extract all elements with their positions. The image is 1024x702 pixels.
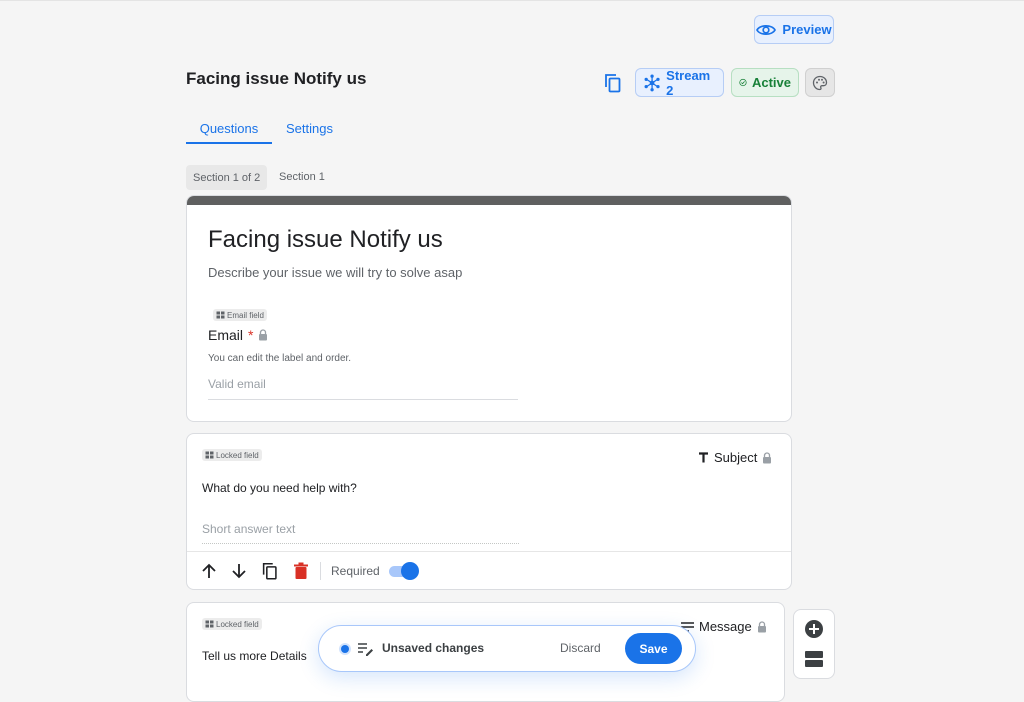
palette-icon bbox=[812, 75, 828, 90]
copy-icon bbox=[262, 562, 277, 580]
top-divider bbox=[0, 0, 1024, 1]
question-type-subject: Subject bbox=[698, 450, 772, 465]
add-circle-icon bbox=[805, 620, 823, 638]
required-mark: * bbox=[248, 327, 254, 343]
email-field-badge: Email field bbox=[213, 309, 267, 321]
arrow-down-icon bbox=[232, 564, 246, 579]
table-icon bbox=[205, 620, 214, 628]
unsaved-changes-label: Unsaved changes bbox=[382, 641, 485, 655]
locked-field-badge-label: Locked field bbox=[216, 619, 259, 629]
discard-button[interactable]: Discard bbox=[560, 641, 601, 655]
section-counter: Section 1 of 2 bbox=[186, 165, 268, 190]
check-circle-icon bbox=[739, 78, 747, 87]
short-answer-placeholder: Short answer text bbox=[202, 522, 296, 536]
trash-icon bbox=[294, 562, 308, 579]
question-type-label: Subject bbox=[714, 450, 758, 465]
side-toolbar bbox=[793, 609, 835, 679]
form-title[interactable]: Facing issue Notify us bbox=[208, 226, 443, 254]
question-type-message: Message bbox=[681, 619, 767, 634]
add-section-button[interactable] bbox=[803, 648, 825, 670]
text-icon bbox=[699, 452, 708, 463]
locked-field-badge: Locked field bbox=[202, 449, 262, 461]
add-question-button[interactable] bbox=[803, 618, 825, 640]
status-dot bbox=[341, 645, 349, 653]
email-help-text: You can edit the label and order. bbox=[208, 353, 352, 364]
form-description[interactable]: Describe your issue we will try to solve… bbox=[208, 265, 462, 280]
question-type-label: Message bbox=[699, 619, 752, 634]
required-label: Required bbox=[331, 564, 380, 578]
delete-button[interactable] bbox=[290, 560, 312, 582]
table-icon bbox=[205, 451, 214, 459]
hub-icon bbox=[644, 74, 660, 91]
arrow-up-icon bbox=[202, 563, 216, 578]
eye-icon bbox=[756, 24, 777, 35]
table-icon bbox=[216, 311, 225, 319]
question-card-subject[interactable]: Locked field Subject What do you need he… bbox=[186, 433, 792, 590]
card-footer-divider bbox=[187, 551, 791, 552]
save-button[interactable]: Save bbox=[625, 633, 682, 664]
question-prompt[interactable]: What do you need help with? bbox=[202, 481, 357, 495]
unsaved-changes-bar: Unsaved changes Discard Save bbox=[318, 625, 696, 672]
tab-settings[interactable]: Settings bbox=[286, 121, 333, 136]
email-label: Email * bbox=[208, 327, 268, 343]
move-up-button[interactable] bbox=[198, 560, 220, 582]
question-prompt[interactable]: Tell us more Details bbox=[202, 649, 307, 663]
stream-label: Stream 2 bbox=[666, 67, 711, 98]
theme-button[interactable] bbox=[805, 68, 835, 97]
lock-icon bbox=[757, 620, 766, 632]
header-color-band bbox=[187, 196, 791, 205]
email-label-text: Email bbox=[208, 327, 244, 343]
email-input[interactable]: Valid email bbox=[208, 377, 266, 391]
stream-button[interactable]: Stream 2 bbox=[635, 67, 724, 98]
toolbar-separator bbox=[320, 562, 321, 580]
section-icon bbox=[805, 651, 823, 667]
copy-icon bbox=[605, 74, 621, 93]
move-down-button[interactable] bbox=[228, 560, 250, 582]
lock-icon bbox=[259, 329, 268, 341]
toggle-knob bbox=[401, 562, 419, 580]
status-badge[interactable]: Active bbox=[731, 68, 799, 97]
active-tab-indicator bbox=[186, 142, 272, 144]
lock-icon bbox=[763, 451, 772, 463]
section-name[interactable]: Section 1 bbox=[279, 171, 325, 183]
answer-underline bbox=[202, 543, 519, 544]
form-header-card: Facing issue Notify us Describe your iss… bbox=[186, 195, 792, 422]
tab-questions[interactable]: Questions bbox=[186, 121, 272, 136]
preview-label: Preview bbox=[782, 22, 832, 37]
locked-field-badge-label: Locked field bbox=[216, 450, 259, 460]
duplicate-button[interactable] bbox=[259, 560, 281, 582]
preview-button[interactable]: Preview bbox=[754, 15, 834, 44]
email-input-underline bbox=[208, 399, 518, 400]
locked-field-badge: Locked field bbox=[202, 618, 262, 630]
page-title: Facing issue Notify us bbox=[186, 69, 367, 88]
required-toggle[interactable] bbox=[389, 562, 419, 580]
status-label: Active bbox=[751, 75, 791, 90]
copy-form-button[interactable] bbox=[602, 72, 624, 94]
edit-note-icon bbox=[357, 641, 374, 662]
email-field-badge-label: Email field bbox=[227, 310, 264, 320]
